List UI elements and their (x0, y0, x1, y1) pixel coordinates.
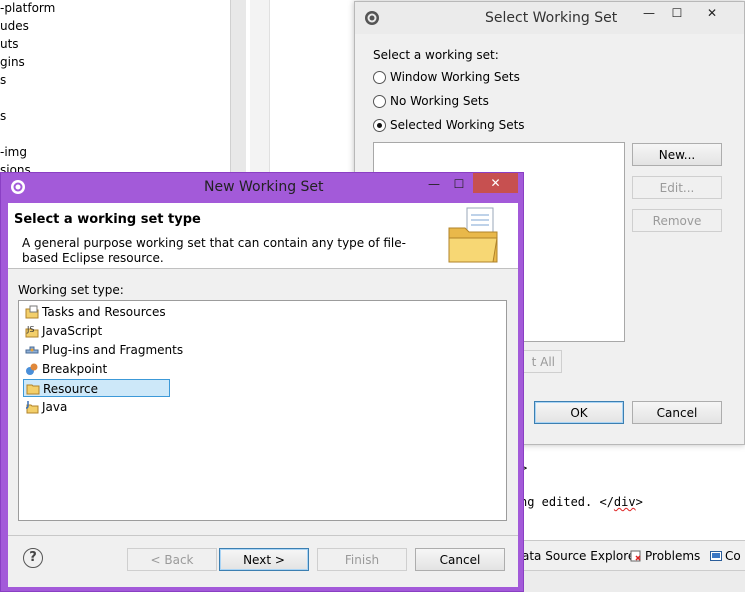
eclipse-icon (363, 9, 381, 27)
eclipse-icon (9, 178, 27, 196)
dialog-titlebar[interactable]: New Working Set — ☐ ✕ (1, 173, 523, 203)
list-item-javascript[interactable]: JS JavaScript (23, 322, 170, 340)
code-line: ng edited. </div> (520, 495, 643, 509)
plugin-icon (25, 343, 39, 357)
status-bar (520, 570, 745, 592)
tree-item[interactable]: -platform (0, 1, 55, 15)
list-item-label: Breakpoint (42, 362, 108, 376)
dialog-title: Select Working Set (485, 10, 618, 26)
edit-button[interactable]: Edit... (632, 176, 722, 199)
tab-data-source-explorer[interactable]: ata Source Explorer (522, 549, 640, 563)
spelling-error-mark: div (613, 495, 636, 509)
back-button[interactable]: < Back (127, 548, 217, 571)
minimize-button[interactable]: — (638, 2, 660, 24)
console-icon (710, 550, 722, 562)
new-working-set-dialog: New Working Set — ☐ ✕ Select a working s… (0, 172, 524, 592)
cancel-button[interactable]: Cancel (632, 401, 722, 424)
cancel-button[interactable]: Cancel (415, 548, 505, 571)
list-item-resource[interactable]: Resource (23, 379, 170, 397)
tab-console[interactable]: Co (710, 549, 741, 563)
dialog-title: New Working Set (204, 179, 324, 195)
tab-label: ata Source Explorer (522, 549, 641, 563)
java-icon (25, 400, 39, 414)
tree-item[interactable]: uts (0, 37, 19, 51)
minimize-button[interactable]: — (423, 173, 445, 195)
svg-text:JS: JS (26, 325, 34, 334)
ok-button[interactable]: OK (534, 401, 624, 424)
list-item-label: Tasks and Resources (42, 305, 166, 319)
editor-gutter (250, 0, 270, 175)
list-item-label: Java (42, 400, 68, 414)
new-button[interactable]: New... (632, 143, 722, 166)
working-set-type-list[interactable]: Tasks and Resources JS JavaScript Plug-i… (18, 300, 507, 521)
code-line-text: ng edited. </div> (520, 495, 643, 509)
radio-label[interactable]: No Working Sets (390, 94, 489, 108)
wizard-heading: Select a working set type (14, 212, 201, 227)
list-item-label: JavaScript (42, 324, 103, 338)
breakpoint-icon (25, 362, 39, 376)
radio-selected-working-sets[interactable] (373, 119, 386, 132)
wizard-header: Select a working set type A general purp… (8, 203, 518, 269)
remove-button[interactable]: Remove (632, 209, 722, 232)
problems-icon (630, 550, 642, 562)
dialog-body: Select a working set type A general purp… (8, 203, 518, 587)
javascript-icon: JS (25, 324, 39, 338)
tree-scrollbar[interactable] (230, 0, 246, 175)
resource-folder-icon (26, 382, 40, 396)
list-item-label: Resource (43, 382, 99, 396)
tab-problems[interactable]: Problems (630, 549, 700, 563)
tree-item[interactable]: udes (0, 19, 29, 33)
maximize-button[interactable]: ☐ (666, 2, 688, 24)
wizard-description: A general purpose working set that can c… (22, 236, 406, 265)
radio-window-working-sets[interactable] (373, 71, 386, 84)
finish-button[interactable]: Finish (317, 548, 407, 571)
radio-no-working-sets[interactable] (373, 95, 386, 108)
list-item-plugins-and-fragments[interactable]: Plug-ins and Fragments (23, 341, 183, 359)
tab-label: Co (725, 549, 741, 563)
tasks-icon (25, 305, 39, 319)
working-set-type-label: Working set type: (18, 283, 124, 297)
list-item-java[interactable]: Java (23, 398, 170, 416)
radio-label[interactable]: Selected Working Sets (390, 118, 525, 132)
working-set-prompt: Select a working set: (373, 48, 499, 62)
footer-separator (8, 535, 518, 536)
tree-item[interactable]: gins (0, 55, 25, 69)
close-button[interactable]: ✕ (473, 173, 518, 193)
list-item-label: Plug-ins and Fragments (42, 343, 184, 357)
maximize-button[interactable]: ☐ (448, 173, 470, 195)
close-button[interactable]: ✕ (698, 2, 726, 24)
folder-wizard-icon (445, 206, 505, 266)
list-item-breakpoint[interactable]: Breakpoint (23, 360, 170, 378)
tree-item[interactable]: s (0, 73, 6, 87)
list-item-tasks-and-resources[interactable]: Tasks and Resources (23, 303, 170, 321)
radio-label[interactable]: Window Working Sets (390, 70, 520, 84)
tree-item[interactable]: -img (0, 145, 27, 159)
next-button[interactable]: Next > (219, 548, 309, 571)
tree-item[interactable]: s (0, 109, 6, 123)
dialog-titlebar[interactable]: Select Working Set — ☐ ✕ (355, 2, 744, 34)
project-explorer-tree: -platform udes uts gins s s -img sions (0, 0, 230, 180)
tab-label: Problems (645, 549, 701, 563)
help-icon[interactable]: ? (23, 548, 43, 568)
bottom-view-tabs: ata Source Explorer Problems Co (520, 540, 745, 570)
